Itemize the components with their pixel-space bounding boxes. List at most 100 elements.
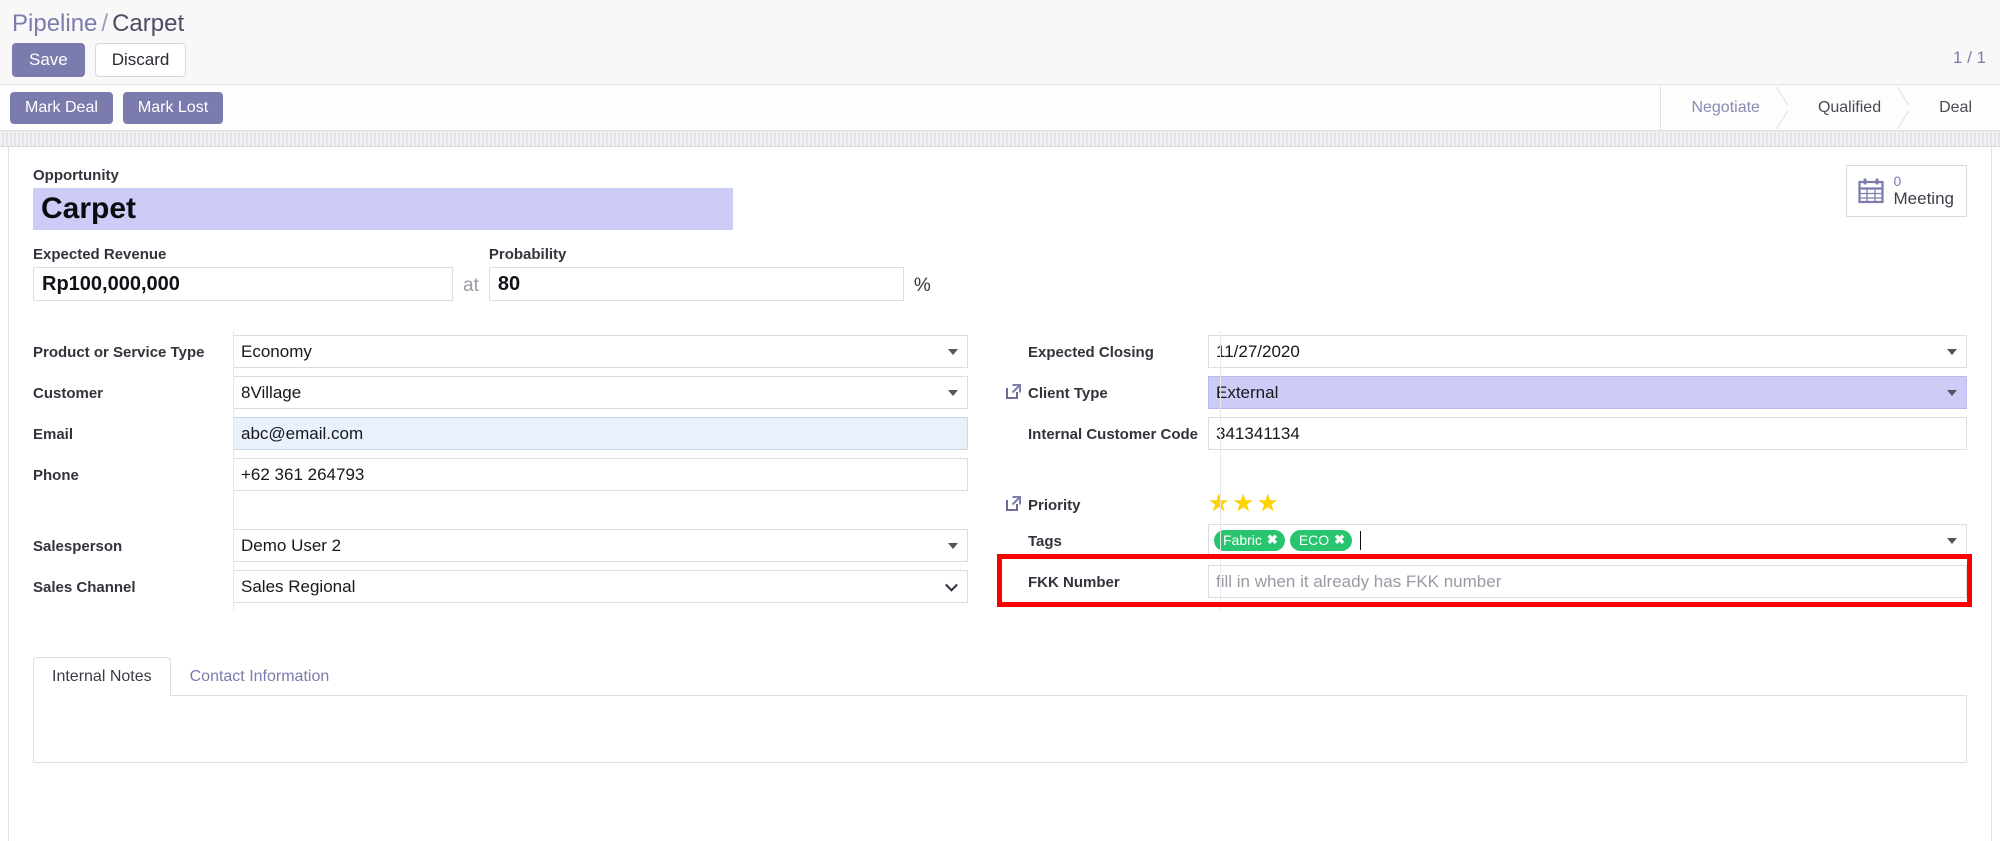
control-panel: Pipeline / Carpet Save Discard 1 / 1 (0, 0, 2000, 85)
probability-input[interactable] (488, 267, 904, 301)
chevron-down-icon (948, 389, 958, 396)
email-field[interactable]: abc@email.com (233, 417, 968, 450)
sales-channel-control: Sales Regional (233, 570, 968, 603)
meeting-count: 0 (1893, 173, 1902, 189)
field-row-fkk-number: FKK Number fill in when it already has F… (1008, 565, 1967, 598)
phone-label: Phone (33, 467, 79, 484)
salesperson-select[interactable]: Demo User 2 (233, 529, 968, 562)
priority-control: ★ ★ ★ (1208, 488, 1967, 516)
email-label: Email (33, 426, 74, 443)
opportunity-label: Opportunity (33, 167, 119, 184)
field-row-email: Email abc@email.com (33, 417, 968, 450)
stat-button-box: 0 Meeting (1845, 165, 1967, 217)
opportunity-name-input[interactable] (33, 188, 733, 230)
record-action-buttons: Save Discard (0, 42, 2000, 85)
tag-label: ECO (1298, 531, 1330, 548)
meeting-stat-text: 0 Meeting (1894, 173, 1954, 209)
product-type-label: Product or Service Type (33, 344, 205, 361)
sales-channel-value: Sales Regional (241, 576, 356, 596)
client-type-control: External (1208, 376, 1967, 409)
chevron-down-icon (1947, 348, 1957, 355)
meeting-stat-button[interactable]: 0 Meeting (1845, 165, 1967, 217)
sales-channel-select[interactable]: Sales Regional (233, 570, 968, 603)
priority-label: Priority (1028, 497, 1081, 514)
probability-label: Probability (488, 246, 567, 263)
field-row-salesperson: Salesperson Demo User 2 (33, 529, 968, 562)
customer-select[interactable]: 8Village (233, 376, 968, 409)
phone-field[interactable]: +62 361 264793 (233, 458, 968, 491)
client-type-select[interactable]: External (1208, 376, 1967, 409)
chevron-down-icon (948, 542, 958, 549)
stage-negotiate[interactable]: Negotiate (1661, 85, 1788, 130)
statusbar: Mark Deal Mark Lost Negotiate Qualified … (0, 85, 2000, 131)
expected-closing-control: 11/27/2020 (1208, 335, 1967, 368)
notebook-page-internal-notes[interactable] (33, 695, 1967, 763)
product-type-control: Economy (233, 335, 968, 368)
meeting-label: Meeting (1893, 189, 1954, 209)
fkk-number-label: FKK Number (1028, 574, 1120, 591)
tag-remove-icon[interactable]: ✖ (1334, 532, 1345, 548)
customer-value: 8Village (241, 382, 302, 402)
record-pager[interactable]: 1 / 1 (1953, 48, 1986, 68)
field-row-internal-customer-code: Internal Customer Code 341341134 (1008, 417, 1967, 450)
form-sheet: 0 Meeting Opportunity Expected Revenue a… (8, 147, 1992, 841)
opportunity-title-block: Opportunity (33, 167, 1967, 230)
group-left: Product or Service Type Economy Customer… (33, 331, 1000, 611)
form-groups: Product or Service Type Economy Customer… (33, 331, 1967, 611)
external-link-icon[interactable] (1004, 494, 1023, 513)
field-row-product-type: Product or Service Type Economy (33, 335, 968, 368)
stage-pipeline: Negotiate Qualified Deal (1660, 85, 2000, 130)
statusbar-actions: Mark Deal Mark Lost (0, 91, 224, 124)
breadcrumb: Pipeline / Carpet (0, 0, 2000, 43)
breadcrumb-current: Carpet (112, 10, 185, 37)
tab-internal-notes[interactable]: Internal Notes (33, 657, 171, 696)
tab-contact-information[interactable]: Contact Information (171, 657, 349, 696)
star-icon[interactable]: ★ (1257, 492, 1279, 516)
tags-input[interactable]: Fabric ✖ ECO ✖ (1208, 524, 1967, 557)
breadcrumb-root[interactable]: Pipeline (12, 10, 97, 37)
hatched-divider (0, 131, 2000, 147)
expected-revenue-input[interactable] (33, 267, 453, 301)
save-button[interactable]: Save (12, 42, 85, 78)
discard-button[interactable]: Discard (94, 42, 187, 78)
salesperson-control: Demo User 2 (233, 529, 968, 562)
text-cursor (1360, 531, 1362, 550)
salesperson-label: Salesperson (33, 538, 123, 555)
revenue-row: Expected Revenue at Probability % (33, 246, 1967, 301)
mark-deal-button[interactable]: Mark Deal (10, 91, 113, 124)
field-row-tags: Tags Fabric ✖ ECO ✖ (1008, 524, 1967, 557)
expected-closing-label: Expected Closing (1028, 344, 1154, 361)
tag-chip[interactable]: Fabric ✖ (1214, 529, 1285, 552)
external-link-icon[interactable] (1004, 382, 1023, 401)
email-control: abc@email.com (233, 417, 968, 450)
fkk-number-field[interactable]: fill in when it already has FKK number (1208, 565, 1967, 598)
tag-remove-icon[interactable]: ✖ (1267, 532, 1278, 548)
product-type-value: Economy (241, 341, 312, 361)
notebook: Internal Notes Contact Information (33, 657, 1967, 763)
expected-closing-select[interactable]: 11/27/2020 (1208, 335, 1967, 368)
field-row-expected-closing: Expected Closing 11/27/2020 (1008, 335, 1967, 368)
internal-customer-code-control: 341341134 (1208, 417, 1967, 450)
tag-label: Fabric (1223, 531, 1262, 548)
internal-customer-code-value: 341341134 (1216, 423, 1300, 443)
field-row-phone: Phone +62 361 264793 (33, 458, 968, 491)
tags-label: Tags (1028, 533, 1062, 550)
customer-label: Customer (33, 385, 104, 402)
percent-symbol: % (913, 275, 931, 296)
product-type-select[interactable]: Economy (233, 335, 968, 368)
stage-qualified[interactable]: Qualified (1787, 85, 1910, 130)
phone-control: +62 361 264793 (233, 458, 968, 491)
stage-deal[interactable]: Deal (1909, 85, 2000, 130)
star-icon[interactable]: ★ (1208, 492, 1230, 516)
tags-control: Fabric ✖ ECO ✖ (1208, 524, 1967, 557)
internal-customer-code-field[interactable]: 341341134 (1208, 417, 1967, 450)
fkk-number-control: fill in when it already has FKK number (1208, 565, 1967, 598)
expected-revenue-block: Expected Revenue (33, 246, 453, 301)
mark-lost-button[interactable]: Mark Lost (122, 91, 224, 124)
priority-stars[interactable]: ★ ★ ★ (1208, 488, 1967, 516)
star-icon[interactable]: ★ (1233, 492, 1255, 516)
field-row-sales-channel: Sales Channel Sales Regional (33, 570, 968, 603)
field-row-client-type: Client Type External (1006, 376, 1967, 409)
tag-chip[interactable]: ECO ✖ (1289, 529, 1353, 552)
breadcrumb-separator: / (101, 10, 109, 37)
